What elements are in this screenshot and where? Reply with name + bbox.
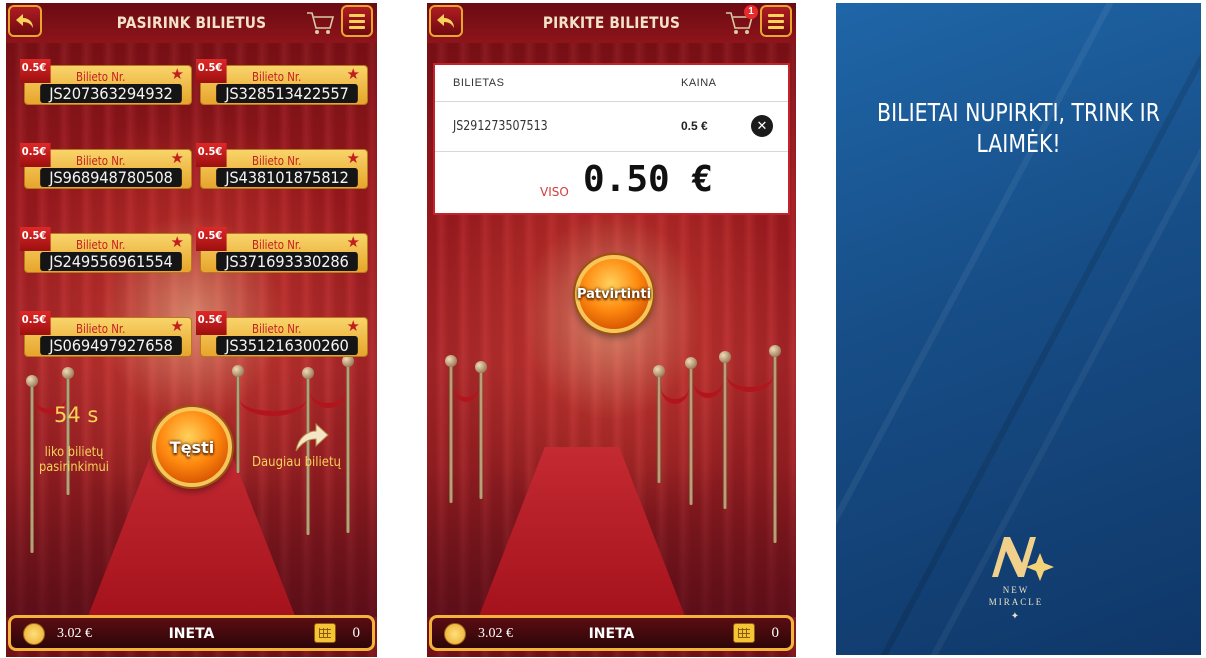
ticket-label: Bilieto Nr. — [76, 154, 126, 168]
close-icon: ✕ — [756, 118, 768, 133]
ticket-card[interactable]: 0.5€ Bilieto Nr. ★ JS351216300260 — [196, 311, 368, 357]
stanchion-post — [342, 355, 354, 533]
ticket-card[interactable]: 0.5€ Bilieto Nr. ★ JS069497927658 — [20, 311, 192, 357]
countdown-timer: 54 s — [54, 403, 99, 427]
new-miracle-logo: NEW MIRACLE ✦ — [966, 523, 1066, 633]
ticket-number: JS207363294932 — [40, 84, 182, 103]
ticket-label: Bilieto Nr. — [252, 238, 302, 252]
ticket-price: 0.5€ — [196, 143, 227, 167]
ticket-count: 0 — [352, 625, 361, 641]
logo-text-miracle: MIRACLE — [988, 597, 1044, 607]
ticket-grid: 0.5€ Bilieto Nr. ★ JS207363294932 0.5€ Bilie… — [20, 59, 368, 357]
cart-count-badge: 1 — [744, 5, 758, 19]
continue-button[interactable]: Tęsti — [152, 407, 232, 487]
velvet-rope — [727, 359, 773, 392]
menu-icon — [768, 13, 784, 17]
ticket-price: 0.5€ — [20, 227, 51, 251]
bottom-bar: 3.02 € INETA 0 — [8, 615, 375, 651]
velvet-rope — [310, 375, 346, 408]
table-row-ticket: JS291273507513 — [453, 119, 548, 134]
ticket-price: 0.5€ — [20, 59, 51, 83]
ticket-label: Bilieto Nr. — [76, 238, 126, 252]
ticket-card[interactable]: 0.5€ Bilieto Nr. ★ JS371693330286 — [196, 227, 368, 273]
velvet-rope — [453, 369, 479, 402]
ticket-label: Bilieto Nr. — [252, 70, 302, 84]
purchase-table: BILIETAS KAINA JS291273507513 0.5 € ✕ VI… — [433, 63, 790, 215]
divider — [435, 101, 788, 102]
ticket-price: 0.5€ — [196, 227, 227, 251]
ticket-label: Bilieto Nr. — [252, 322, 302, 336]
menu-icon — [349, 13, 365, 17]
ticket-number: JS249556961554 — [40, 252, 182, 271]
velvet-rope — [661, 371, 689, 404]
table-row-price: 0.5 € — [681, 119, 708, 133]
star-icon: ★ — [346, 234, 360, 251]
success-message: BILIETAI NUPIRKTI, TRINK IR LAIMĖK! — [877, 98, 1160, 158]
ticket-number: JS069497927658 — [40, 336, 182, 355]
ticket-number: JS968948780508 — [40, 168, 182, 187]
ticket-price: 0.5€ — [196, 311, 227, 335]
star-icon: ★ — [170, 66, 184, 83]
menu-button[interactable] — [760, 5, 792, 37]
ticket-number: JS371693330286 — [216, 252, 358, 271]
velvet-rope — [693, 365, 723, 398]
total-label: VISO — [540, 185, 569, 199]
ticket-label: Bilieto Nr. — [76, 322, 126, 336]
ticket-card[interactable]: 0.5€ Bilieto Nr. ★ JS249556961554 — [20, 227, 192, 273]
page-title: PASIRINK BILIETUS — [116, 13, 267, 32]
more-tickets-button[interactable]: Daugiau bilietų — [252, 455, 341, 470]
cart-screen: PIRKITE BILIETUS 1 BILIETAS KAINA JS2912… — [427, 3, 796, 657]
ticket-label: Bilieto Nr. — [252, 154, 302, 168]
tickets-icon[interactable] — [733, 623, 755, 643]
star-icon: ★ — [346, 66, 360, 83]
sparkle-icon: ✦ — [1010, 611, 1022, 622]
ticket-price: 0.5€ — [196, 59, 227, 83]
ticket-card[interactable]: 0.5€ Bilieto Nr. ★ JS328513422557 — [196, 59, 368, 105]
countdown-label: liko bilietų pasirinkimui — [39, 445, 109, 475]
top-bar: PASIRINK BILIETUS — [6, 3, 377, 43]
ticket-card[interactable]: 0.5€ Bilieto Nr. ★ JS968948780508 — [20, 143, 192, 189]
star-icon: ★ — [170, 318, 184, 335]
ticket-price: 0.5€ — [20, 311, 51, 335]
ticket-card[interactable]: 0.5€ Bilieto Nr. ★ JS207363294932 — [20, 59, 192, 105]
remove-ticket-button[interactable]: ✕ — [751, 115, 773, 137]
more-tickets-arrow-icon[interactable] — [294, 423, 330, 453]
star-icon: ★ — [346, 150, 360, 167]
ticket-number: JS438101875812 — [216, 168, 358, 187]
total-value: 0.50 € — [583, 159, 714, 200]
cart-icon — [307, 12, 335, 34]
velvet-rope — [240, 383, 306, 416]
logo-mark-icon — [992, 537, 1054, 581]
menu-button[interactable] — [341, 5, 373, 37]
tickets-icon[interactable] — [314, 623, 336, 643]
bottom-bar: 3.02 € INETA 0 — [429, 615, 794, 651]
stanchion-post — [719, 351, 731, 509]
ticket-count: 0 — [771, 625, 780, 641]
divider — [435, 151, 788, 152]
star-icon: ★ — [170, 150, 184, 167]
column-header-ticket: BILIETAS — [453, 77, 505, 89]
ticket-label: Bilieto Nr. — [76, 70, 126, 84]
star-icon: ★ — [346, 318, 360, 335]
ticket-select-screen: PASIRINK BILIETUS 0.5€ Bilieto Nr. ★ JS2073… — [6, 3, 377, 657]
top-bar: PIRKITE BILIETUS 1 — [427, 3, 796, 43]
ticket-number: JS351216300260 — [216, 336, 358, 355]
stanchion-post — [475, 361, 487, 499]
purchase-complete-screen: BILIETAI NUPIRKTI, TRINK IR LAIMĖK! NEW … — [836, 3, 1201, 655]
ticket-price: 0.5€ — [20, 143, 51, 167]
ticket-card[interactable]: 0.5€ Bilieto Nr. ★ JS438101875812 — [196, 143, 368, 189]
stanchion-post — [685, 357, 697, 505]
stanchion-post — [62, 367, 74, 495]
page-title: PIRKITE BILIETUS — [542, 13, 681, 32]
cart-button[interactable] — [305, 9, 335, 37]
star-icon: ★ — [170, 234, 184, 251]
column-header-price: KAINA — [681, 77, 717, 89]
cart-button[interactable]: 1 — [724, 5, 758, 37]
stanchion-post — [769, 345, 781, 543]
ticket-number: JS328513422557 — [216, 84, 358, 103]
logo-text-new: NEW — [1002, 585, 1030, 595]
confirm-button[interactable]: Patvirtinti — [575, 255, 653, 333]
